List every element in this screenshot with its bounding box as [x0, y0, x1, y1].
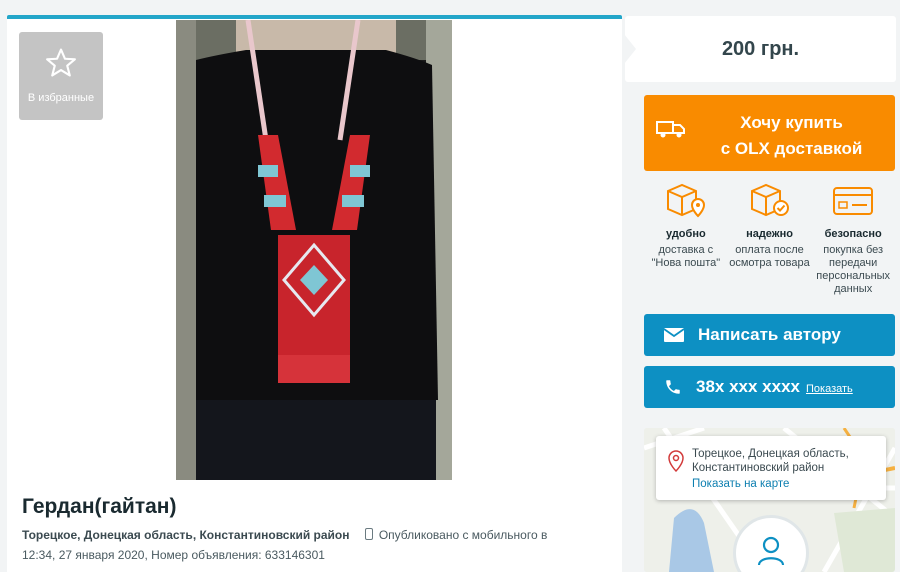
show-phone-link[interactable]: Показать — [806, 383, 853, 395]
feature-safe: безопасно покупка без передачи персональ… — [811, 180, 895, 305]
delivery-truck-icon — [656, 121, 685, 138]
feature-head: надежно — [746, 228, 793, 240]
favorite-label: В избранные — [27, 92, 95, 104]
buy-label: Хочу купить с OLX доставкой — [694, 110, 889, 162]
listing-photo[interactable] — [176, 20, 452, 480]
feature-desc: оплата после осмотра товара — [729, 244, 810, 269]
star-icon — [46, 48, 76, 77]
published-mobile: Опубликовано с мобильного — [378, 528, 538, 542]
message-author-button[interactable]: Написать автору — [644, 314, 895, 356]
box-check-icon — [750, 183, 789, 217]
show-phone-button[interactable]: 38x xxx xxxx Показать — [644, 366, 895, 408]
price: 200 грн. — [721, 37, 800, 60]
user-icon — [757, 536, 785, 566]
listing-meta: Торецкое, Донецкая область, Константинов… — [22, 525, 602, 565]
box-pin-icon — [666, 183, 705, 218]
map-address: Торецкое, Донецкая область, Константинов… — [692, 448, 849, 474]
photo-illustration — [176, 20, 452, 480]
feature-desc: доставка с "Нова пошта" — [651, 244, 721, 269]
feature-desc: покупка без передачи персональных данных — [816, 244, 891, 295]
message-author-label: Написать автору — [698, 325, 841, 344]
phone-number: 38x xxx xxxx — [696, 377, 800, 396]
feature-reliable: надежно оплата после осмотра товара — [728, 180, 812, 305]
card-icon — [833, 187, 874, 215]
buy-line-1: Хочу купить — [740, 113, 843, 132]
show-on-map-link[interactable]: Показать на карте — [692, 478, 789, 490]
buy-line-2: с OLX доставкой — [720, 139, 863, 158]
feature-convenient: удобно доставка с "Нова пошта" — [644, 180, 728, 305]
delivery-features: удобно доставка с "Нова пошта" надежно о… — [644, 180, 895, 305]
mobile-phone-icon — [364, 528, 373, 540]
map-pin-icon — [668, 450, 684, 472]
listing-card: В избранные Гердан(гайтан) Торецкое, Дон… — [7, 15, 622, 572]
published-time: 12:34, 27 января 2020, — [22, 548, 148, 562]
buy-with-delivery-button[interactable]: Хочу купить с OLX доставкой — [644, 95, 895, 171]
listing-location: Торецкое, Донецкая область, Константинов… — [22, 528, 350, 542]
favorite-button[interactable]: В избранные — [19, 32, 103, 120]
ad-number-label: Номер объявления: — [151, 548, 262, 562]
feature-head: удобно — [665, 228, 706, 240]
map-address-popup: Торецкое, Донецкая область, Константинов… — [656, 436, 886, 500]
feature-head: безопасно — [824, 228, 882, 240]
envelope-icon — [664, 328, 684, 342]
published-in: в — [540, 528, 548, 542]
ad-number: 633146301 — [264, 548, 325, 562]
price-card: 200 грн. — [624, 16, 896, 82]
listing-title: Гердан(гайтан) — [22, 495, 177, 518]
phone-icon — [666, 380, 680, 394]
